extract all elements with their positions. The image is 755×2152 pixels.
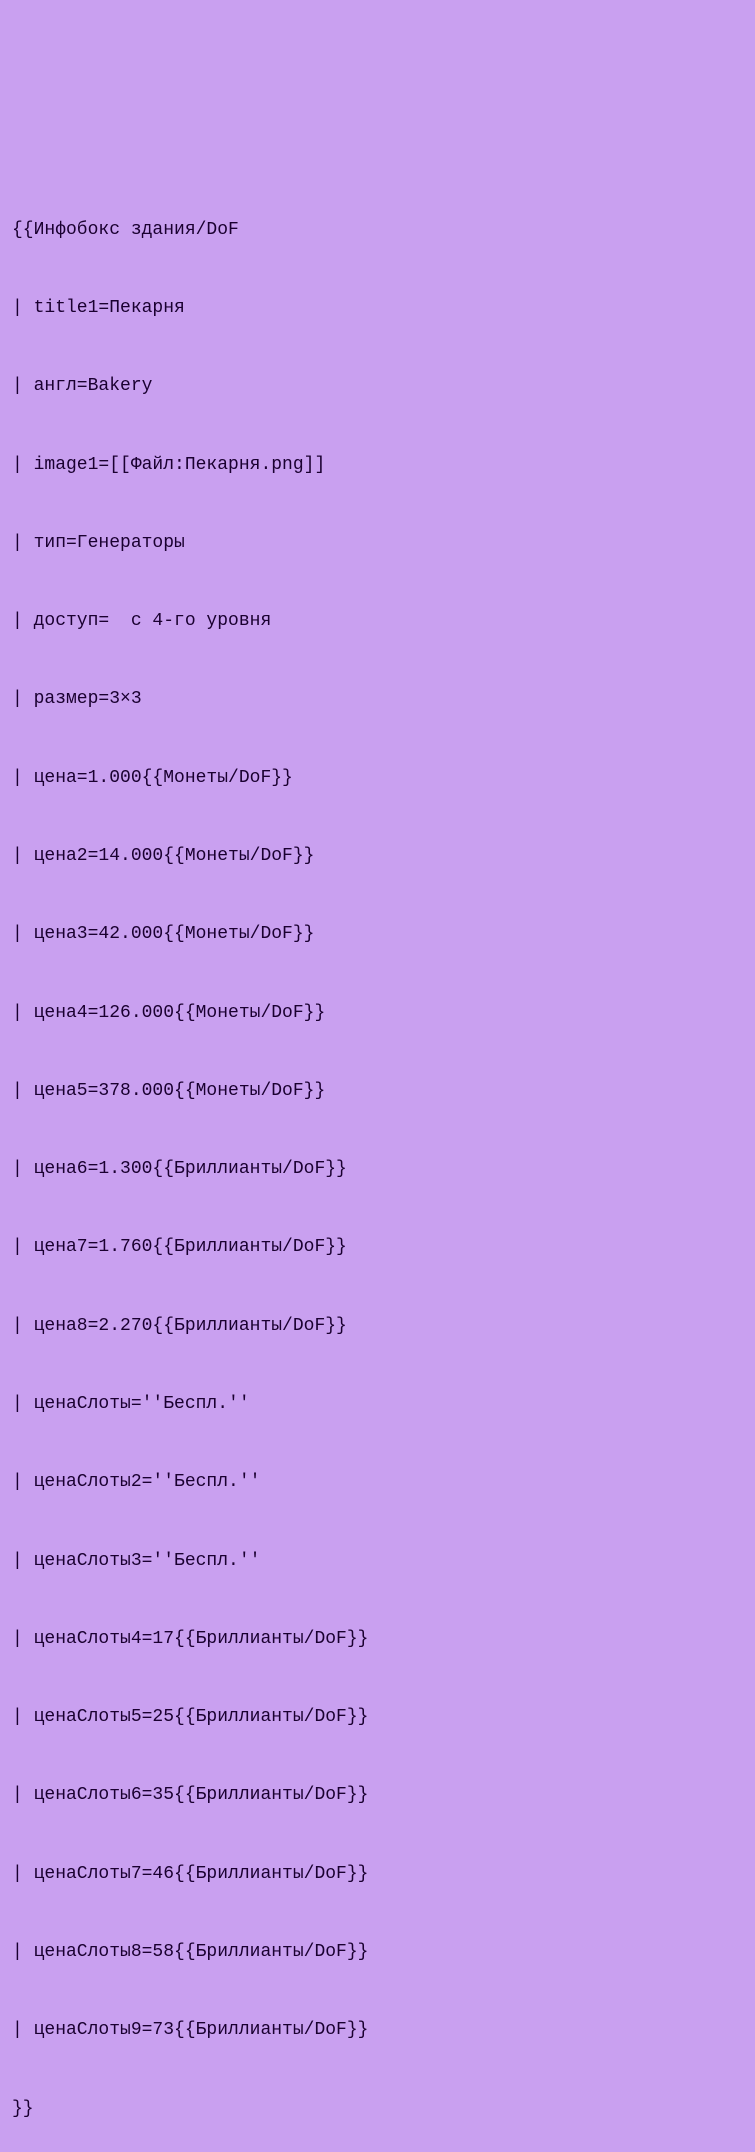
- line-12: | цена6=1.300{{Бриллианты/DoF}}: [12, 1156, 743, 1182]
- line-7: | цена=1.000{{Монеты/DoF}}: [12, 765, 743, 791]
- line-14: | цена8=2.270{{Бриллианты/DoF}}: [12, 1313, 743, 1339]
- line-17: | ценаСлоты3=''Беспл.'': [12, 1548, 743, 1574]
- line-1: | title1=Пекарня: [12, 295, 743, 321]
- line-4: | тип=Генераторы: [12, 530, 743, 556]
- line-22: | ценаСлоты8=58{{Бриллианты/DoF}}: [12, 1939, 743, 1965]
- line-0: {{Инфобокс здания/DoF: [12, 217, 743, 243]
- line-8: | цена2=14.000{{Монеты/DoF}}: [12, 843, 743, 869]
- line-5: | доступ= с 4-го уровня: [12, 608, 743, 634]
- line-18: | ценаСлоты4=17{{Бриллианты/DoF}}: [12, 1626, 743, 1652]
- line-23: | ценаСлоты9=73{{Бриллианты/DoF}}: [12, 2017, 743, 2043]
- line-19: | ценаСлоты5=25{{Бриллианты/DoF}}: [12, 1704, 743, 1730]
- line-6: | размер=3×3: [12, 686, 743, 712]
- line-21: | ценаСлоты7=46{{Бриллианты/DoF}}: [12, 1861, 743, 1887]
- main-content: {{Инфобокс здания/DoF | title1=Пекарня |…: [12, 112, 743, 2152]
- line-9: | цена3=42.000{{Монеты/DoF}}: [12, 921, 743, 947]
- line-11: | цена5=378.000{{Монеты/DoF}}: [12, 1078, 743, 1104]
- infobox-block: {{Инфобокс здания/DoF | title1=Пекарня |…: [12, 165, 743, 2152]
- line-13: | цена7=1.760{{Бриллианты/DoF}}: [12, 1234, 743, 1260]
- line-24: }}: [12, 2096, 743, 2122]
- line-16: | ценаСлоты2=''Беспл.'': [12, 1469, 743, 1495]
- line-2: | англ=Bakery: [12, 373, 743, 399]
- line-15: | ценаСлоты=''Беспл.'': [12, 1391, 743, 1417]
- line-3: | image1=[[Файл:Пекарня.png]]: [12, 452, 743, 478]
- line-20: | ценаСлоты6=35{{Бриллианты/DoF}}: [12, 1782, 743, 1808]
- line-10: | цена4=126.000{{Монеты/DoF}}: [12, 1000, 743, 1026]
